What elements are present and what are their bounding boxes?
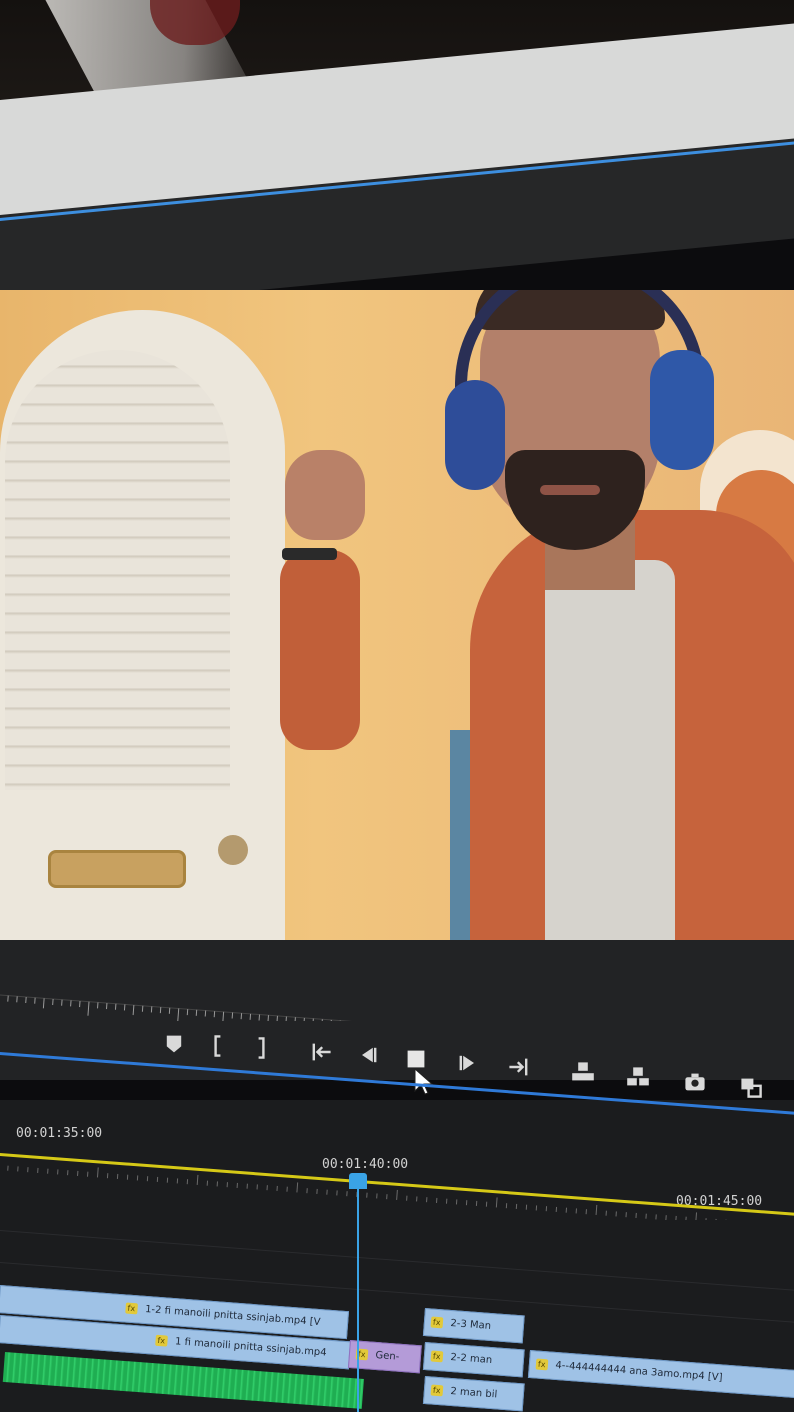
clip-label: 2 man bil — [450, 1385, 498, 1401]
timeline-tick — [396, 1189, 398, 1200]
timeline-tick — [695, 1212, 698, 1220]
headphones-cup-right — [650, 350, 714, 470]
fx-badge-icon: fx — [430, 1384, 443, 1396]
timeline-tick — [196, 1174, 199, 1185]
transport-controls — [0, 1030, 794, 1100]
clip-label: 1 fi manoili pnitta ssinjab.mp4 — [174, 1336, 327, 1359]
fx-badge-icon: fx — [125, 1302, 138, 1314]
clip-label: 4--444444444 ana 3amo.mp4 [V] — [555, 1359, 723, 1384]
step-forward-icon[interactable] — [452, 1051, 484, 1075]
person-mouth — [540, 485, 600, 495]
mark-out-icon[interactable] — [245, 1036, 277, 1060]
person-watch — [282, 548, 337, 560]
ruler-tick — [87, 1001, 90, 1016]
person-upper-arm — [280, 550, 360, 750]
lift-icon[interactable] — [567, 1060, 599, 1084]
fx-badge-icon: fx — [155, 1334, 168, 1347]
compare-icon[interactable] — [735, 1075, 767, 1099]
video-mail-slot — [48, 850, 186, 888]
timeline-tick — [495, 1197, 498, 1208]
fx-badge-icon: fx — [430, 1350, 443, 1362]
go-to-in-icon[interactable] — [305, 1040, 337, 1064]
timeline-tick — [595, 1204, 598, 1215]
monitor-time-ruler[interactable] — [0, 985, 794, 1021]
go-to-out-icon[interactable] — [503, 1055, 535, 1079]
mark-in-icon[interactable] — [202, 1034, 234, 1058]
playhead-line — [357, 1185, 359, 1412]
timeline-ticks — [7, 1165, 727, 1220]
program-monitor-video — [0, 290, 794, 950]
extract-icon[interactable] — [622, 1065, 654, 1089]
ruler-tick — [177, 1008, 180, 1021]
camera-icon[interactable] — [679, 1070, 711, 1094]
ruler-tick — [222, 1011, 225, 1021]
person-fist — [285, 450, 365, 540]
headphones-cup-left — [445, 380, 505, 490]
clip-label: 2-3 Man — [450, 1317, 492, 1332]
timeline-tick — [96, 1167, 99, 1178]
clip-label: Gen- — [375, 1349, 400, 1363]
fx-badge-icon: fx — [535, 1358, 548, 1370]
timeline-tick — [296, 1182, 299, 1193]
video-door-knob — [218, 835, 248, 865]
video-door-louvers — [5, 350, 230, 790]
step-back-icon[interactable] — [352, 1043, 384, 1067]
fx-badge-icon: fx — [430, 1316, 443, 1328]
timecode-label: 00:01:35:00 — [16, 1126, 103, 1141]
ruler-tick — [132, 1005, 135, 1016]
clip-label: 2-2 man — [450, 1351, 493, 1367]
ruler-tick — [266, 1015, 269, 1021]
person-shirt-panel — [545, 560, 675, 950]
marker-icon[interactable] — [158, 1032, 190, 1056]
ruler-tick — [42, 998, 45, 1009]
clip-label: 1-2 fi manoili pnitta ssinjab.mp4 [V — [144, 1303, 321, 1329]
